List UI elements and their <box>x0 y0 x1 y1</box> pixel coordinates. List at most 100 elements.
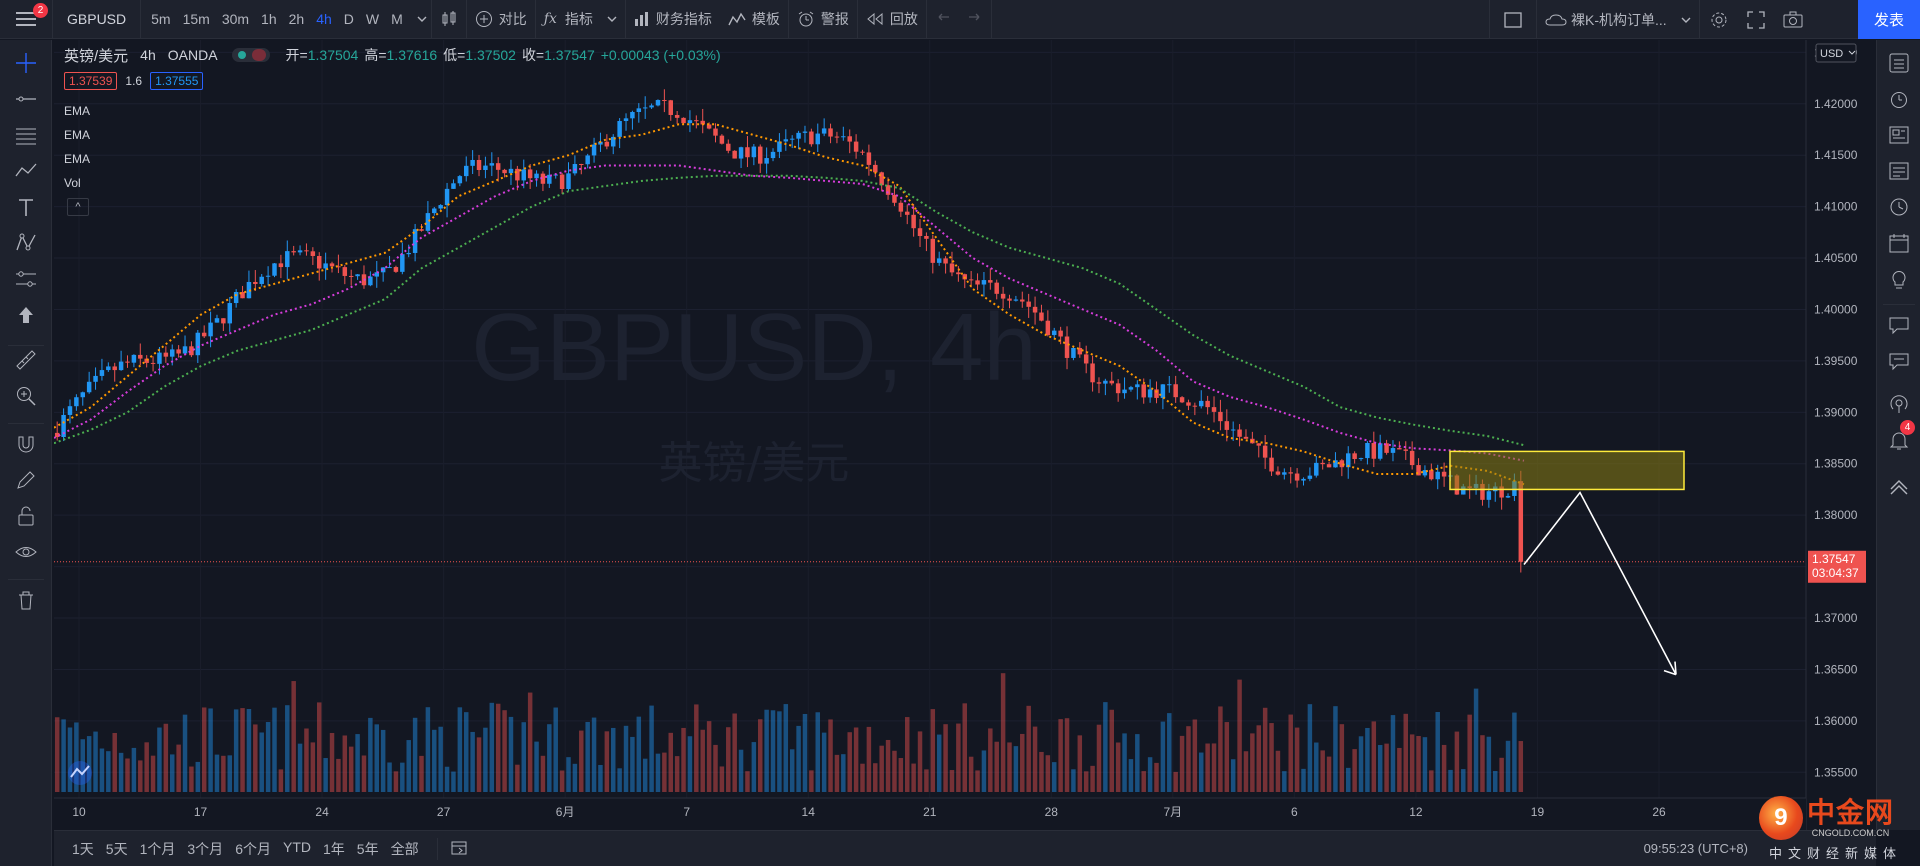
goto-date-button[interactable] <box>450 838 468 859</box>
horizontal-lines-tool[interactable] <box>12 121 40 149</box>
candle-body <box>1071 347 1076 358</box>
financials-button[interactable]: 财务指标 <box>626 0 720 39</box>
projection-arrow[interactable] <box>1523 491 1677 676</box>
timeframe-30m[interactable]: 30m <box>216 0 255 39</box>
pattern-tool[interactable] <box>12 229 40 257</box>
remove-drawings-tool[interactable] <box>12 586 40 614</box>
volume-bar <box>464 712 469 792</box>
volume-bar <box>125 758 130 792</box>
indicator-legend-item[interactable]: Vol <box>64 175 90 199</box>
snapshot-button[interactable] <box>1774 0 1812 39</box>
auto-scale-logo[interactable] <box>68 761 92 785</box>
timeframe-D[interactable]: D <box>338 0 360 39</box>
high-value: 1.37616 <box>386 47 438 63</box>
volume-bar <box>1282 771 1287 792</box>
chat-button[interactable] <box>1885 311 1913 339</box>
arrow-tool[interactable] <box>12 301 40 329</box>
range-button[interactable]: YTD <box>277 839 317 859</box>
ideas-button[interactable] <box>1885 265 1913 293</box>
symbol-search[interactable]: GBPUSD <box>53 0 140 39</box>
calendar-button[interactable] <box>1885 229 1913 257</box>
line-icon <box>16 96 36 102</box>
fullscreen-button[interactable] <box>1738 0 1774 39</box>
range-button[interactable]: 全部 <box>385 839 425 859</box>
range-button[interactable]: 1年 <box>317 839 351 859</box>
collapse-legend-button[interactable]: ^ <box>67 198 89 216</box>
layout-toggle-button[interactable] <box>1490 0 1536 39</box>
stay-in-drawing-tool[interactable] <box>12 466 40 494</box>
timeframe-M[interactable]: M <box>385 0 409 39</box>
volume-bar <box>495 703 501 792</box>
volume-bar <box>451 771 456 792</box>
timeframe-2h[interactable]: 2h <box>283 0 311 39</box>
symbol-name[interactable]: 英镑/美元 <box>64 45 128 66</box>
range-button[interactable]: 1天 <box>66 839 100 859</box>
path-tool[interactable] <box>12 157 40 185</box>
text-tool[interactable] <box>12 193 40 221</box>
replay-button[interactable]: 回放 <box>858 0 926 39</box>
volume-bar <box>674 756 680 792</box>
candle-body <box>758 146 763 164</box>
range-button[interactable]: 1个月 <box>134 839 182 859</box>
market-status[interactable] <box>231 48 270 62</box>
timeframe-dropdown[interactable] <box>413 0 431 39</box>
alerts-panel-button[interactable] <box>1885 85 1913 113</box>
templates-button[interactable]: 模板 <box>720 0 788 39</box>
volume-bar <box>540 755 546 792</box>
lock-drawings-tool[interactable] <box>12 502 40 530</box>
data-window-button[interactable] <box>1885 121 1913 149</box>
crosshair-tool[interactable] <box>12 49 40 77</box>
undo-button[interactable] <box>927 0 959 39</box>
trash-icon <box>19 591 33 610</box>
timeframe-4h[interactable]: 4h <box>310 0 338 39</box>
brand-logo: 9 中金网 CNGOLD.COM.CN <box>1758 796 1894 840</box>
range-button[interactable]: 3个月 <box>181 839 229 859</box>
supply-zone-rectangle[interactable] <box>1449 450 1685 491</box>
timeframe-W[interactable]: W <box>360 0 385 39</box>
magnet-tool[interactable] <box>12 430 40 458</box>
range-button[interactable]: 6个月 <box>229 839 277 859</box>
settings-button[interactable] <box>1700 0 1738 39</box>
clock-timezone[interactable]: 09:55:23 (UTC+8) <box>1644 841 1748 856</box>
volume-bar <box>1275 750 1281 792</box>
range-button[interactable]: 5天 <box>100 839 134 859</box>
range-button[interactable]: 5年 <box>351 839 385 859</box>
hide-drawings-tool[interactable] <box>12 538 40 566</box>
ruler-tool[interactable] <box>12 346 40 374</box>
streams-button[interactable] <box>1885 390 1913 418</box>
volume-bar <box>387 762 392 792</box>
notifications-button[interactable] <box>1885 347 1913 375</box>
forecast-tool[interactable] <box>12 265 40 293</box>
menu-button[interactable]: 2 <box>0 0 52 39</box>
timeframe-1h[interactable]: 1h <box>255 0 283 39</box>
alert-button[interactable]: 警报 <box>789 0 857 39</box>
chart-area[interactable]: GBPUSD, 4h 英镑/美元 1.425001.420001.415001.… <box>54 40 1876 830</box>
calendar-history-button[interactable] <box>1885 193 1913 221</box>
trendline-tool[interactable] <box>12 85 40 113</box>
bid-button[interactable]: 1.37539 <box>64 72 118 90</box>
ask-button[interactable]: 1.37555 <box>150 72 204 90</box>
layout-selector[interactable]: 裸K-机构订单... <box>1537 0 1699 39</box>
price-tick-label: 1.39500 <box>1814 354 1858 368</box>
volume-bar <box>847 732 852 792</box>
collapse-panel-button[interactable] <box>1885 472 1913 500</box>
indicator-legend-item[interactable]: EMA <box>64 151 90 175</box>
high-label: 高= <box>364 47 387 63</box>
redo-button[interactable] <box>959 0 991 39</box>
candle-body <box>457 176 463 184</box>
zoom-tool[interactable] <box>12 382 40 410</box>
timeframe-15m[interactable]: 15m <box>177 0 216 39</box>
indicators-button[interactable]: ƒx 指标 <box>536 0 625 39</box>
hotlists-button[interactable] <box>1885 157 1913 185</box>
watchlist-button[interactable] <box>1885 49 1913 77</box>
volume-bar <box>924 769 929 792</box>
indicator-legend-item[interactable]: EMA <box>64 127 90 151</box>
currency-selector[interactable]: USD <box>1815 43 1857 63</box>
chart-type-button[interactable] <box>432 0 466 39</box>
publish-button[interactable]: 发表 <box>1858 0 1920 39</box>
compare-button[interactable]: 对比 <box>467 0 535 39</box>
indicator-legend-item[interactable]: EMA <box>64 103 90 127</box>
timeframe-5m[interactable]: 5m <box>145 0 176 39</box>
timeframe-selector: 5m 15m 30m 1h 2h 4h D W M <box>141 0 413 39</box>
candle-body <box>74 397 79 407</box>
